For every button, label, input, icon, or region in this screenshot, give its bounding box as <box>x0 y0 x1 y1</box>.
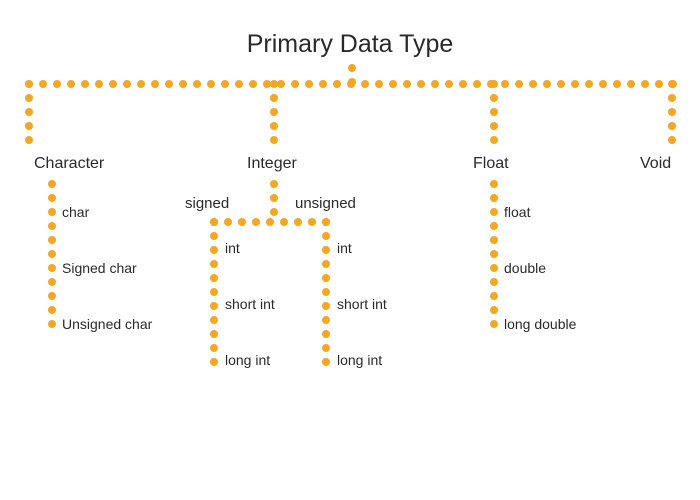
branch-integer: Integer <box>247 155 297 173</box>
sublabel-signed: signed <box>185 195 229 212</box>
connector-drop-character <box>25 80 33 144</box>
sublabel-unsigned: unsigned <box>295 195 356 212</box>
connector-drop-integer <box>270 80 278 144</box>
leaf-unsigned-int: int <box>337 240 352 256</box>
leaf-signed-short: short int <box>225 296 275 312</box>
branch-character: Character <box>34 155 104 173</box>
leaf-unsigned-char: Unsigned char <box>62 316 152 332</box>
connector-unsigned-vertical <box>322 218 330 366</box>
leaf-signed-char: Signed char <box>62 260 137 276</box>
leaf-unsigned-short: short int <box>337 296 387 312</box>
leaf-signed-int: int <box>225 240 240 256</box>
connector-integer-horizontal <box>210 218 330 226</box>
leaf-long-double: long double <box>504 316 576 332</box>
connector-title-drop <box>348 64 356 86</box>
connector-character-vertical <box>48 180 56 328</box>
leaf-double: double <box>504 260 546 276</box>
connector-signed-vertical <box>210 218 218 366</box>
leaf-char: char <box>62 204 89 220</box>
leaf-signed-long: long int <box>225 352 270 368</box>
connector-drop-void <box>668 80 676 144</box>
branch-void: Void <box>640 155 671 173</box>
branch-float: Float <box>473 155 509 173</box>
leaf-float: float <box>504 204 530 220</box>
leaf-unsigned-long: long int <box>337 352 382 368</box>
connector-integer-drop <box>270 180 278 216</box>
diagram-title: Primary Data Type <box>247 30 454 59</box>
connector-float-vertical <box>490 180 498 328</box>
connector-drop-float <box>490 80 498 144</box>
